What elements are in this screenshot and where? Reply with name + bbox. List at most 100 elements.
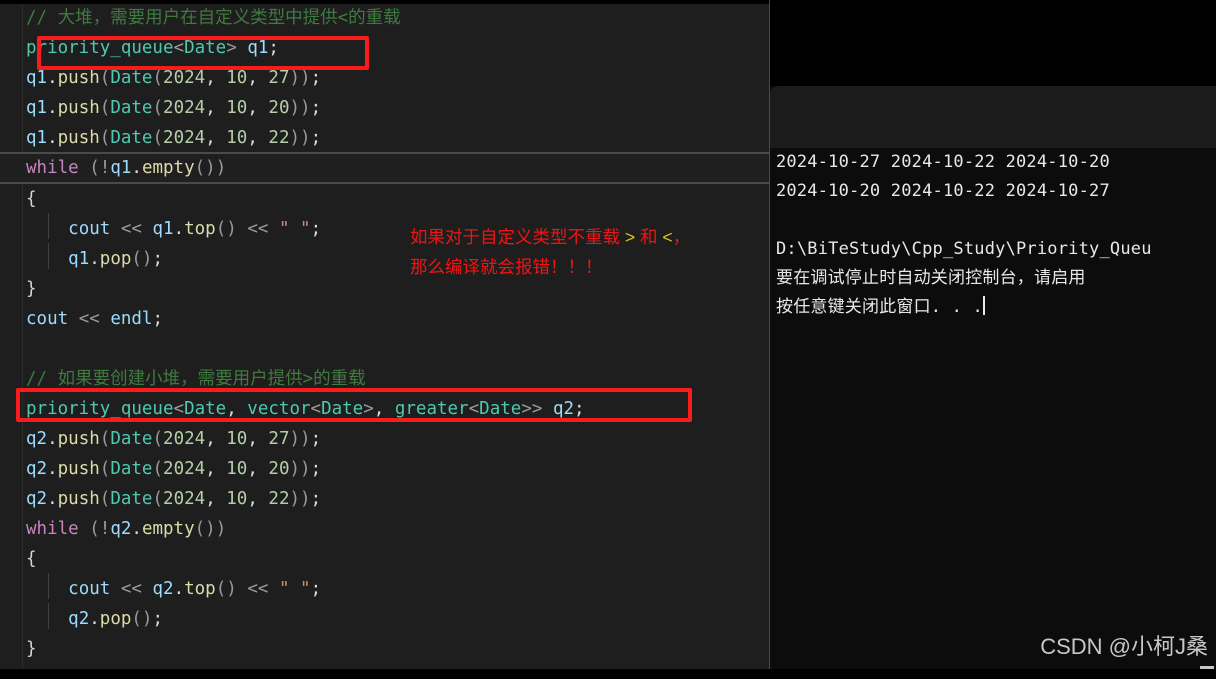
code-token: << bbox=[120, 219, 142, 239]
code-token: q2 bbox=[26, 429, 48, 449]
code-token: top bbox=[184, 219, 216, 239]
code-token: ; bbox=[310, 489, 322, 509]
code-line[interactable] bbox=[0, 334, 770, 364]
code-token: , bbox=[205, 489, 227, 509]
editor-top-strip bbox=[0, 0, 770, 4]
code-line[interactable]: q1.push(Date(2024, 10, 22)); bbox=[0, 123, 770, 153]
annotation-note-line1-b: 和 bbox=[635, 227, 663, 247]
code-token: . bbox=[131, 158, 142, 178]
code-line-text: // 如果要创建小堆，需要用户提供>的重载 bbox=[26, 369, 366, 389]
code-token: q2 bbox=[26, 459, 48, 479]
code-token: while bbox=[26, 519, 79, 539]
code-token: 27 bbox=[268, 68, 290, 88]
terminal-output-line: 按任意键关闭此窗口. . . bbox=[776, 296, 985, 317]
code-token: ( bbox=[152, 128, 164, 148]
code-line-text: while (!q1.empty()) bbox=[26, 154, 770, 182]
code-token: pop bbox=[99, 249, 132, 269]
code-line[interactable]: q2.pop(); bbox=[0, 604, 770, 634]
annotation-note-line1-a: 如果对于自定义类型不重载 bbox=[410, 227, 625, 247]
code-token: endl bbox=[110, 309, 153, 329]
code-token: q1 bbox=[110, 158, 132, 178]
code-token: 2024 bbox=[163, 489, 206, 509]
terminal-window[interactable]: c:\ Microsoft Visual Studio 调试挡 ✕ + ⌄ 20… bbox=[770, 0, 1216, 679]
code-editor[interactable]: // 大堆，需要用户在自定义类型中提供<的重载 priority_queue<Da… bbox=[0, 0, 770, 679]
code-line[interactable]: q1.push(Date(2024, 10, 27)); bbox=[0, 63, 770, 93]
code-token: () bbox=[131, 249, 153, 269]
code-token: . bbox=[173, 219, 185, 239]
code-token: 22 bbox=[268, 489, 290, 509]
code-token: )) bbox=[289, 489, 311, 509]
code-token: << bbox=[120, 579, 142, 599]
code-token: ; bbox=[310, 579, 322, 599]
code-line[interactable]: q1.push(Date(2024, 10, 20)); bbox=[0, 93, 770, 123]
code-token: greater bbox=[394, 399, 469, 419]
code-token: )) bbox=[289, 429, 311, 449]
code-token: ( bbox=[99, 128, 111, 148]
code-token: . bbox=[47, 128, 58, 148]
code-line-text: while (!q2.empty()) bbox=[26, 519, 226, 539]
code-token: , bbox=[373, 399, 395, 419]
code-line-text: cout << q1.top() << " "; bbox=[26, 219, 321, 239]
code-token: ( bbox=[99, 489, 111, 509]
code-line[interactable]: // 如果要创建小堆，需要用户提供>的重载 bbox=[0, 364, 770, 394]
code-line-text: priority_queue<Date, vector<Date>, great… bbox=[26, 399, 585, 419]
code-line[interactable]: priority_queue<Date, vector<Date>, great… bbox=[0, 394, 770, 424]
terminal-titlebar[interactable]: c:\ Microsoft Visual Studio 调试挡 ✕ + ⌄ bbox=[770, 86, 1216, 234]
code-line-text: q2.push(Date(2024, 10, 22)); bbox=[26, 489, 321, 509]
code-token: Date bbox=[110, 128, 153, 148]
terminal-output-line: 2024-10-20 2024-10-22 2024-10-27 bbox=[776, 181, 1110, 201]
code-line-text: priority_queue<Date> q1; bbox=[26, 38, 279, 58]
code-line[interactable]: { bbox=[0, 544, 770, 574]
code-line[interactable]: q2.push(Date(2024, 10, 20)); bbox=[0, 454, 770, 484]
code-token: 10 bbox=[226, 128, 248, 148]
code-token: 10 bbox=[226, 459, 248, 479]
code-token: , bbox=[247, 459, 269, 479]
terminal-output-line: D:\BiTeStudy\Cpp_Study\Priority_Queu bbox=[776, 239, 1152, 259]
code-token: << bbox=[247, 579, 269, 599]
code-line-text: cout << endl; bbox=[26, 309, 163, 329]
code-token: 27 bbox=[268, 429, 290, 449]
annotation-note-line1-c: ， bbox=[672, 227, 691, 247]
code-token: q2 bbox=[110, 519, 132, 539]
code-token: , bbox=[226, 399, 248, 419]
code-token: Date bbox=[110, 459, 153, 479]
code-line[interactable]: cout << q2.top() << " "; bbox=[0, 574, 770, 604]
code-token: empty bbox=[141, 519, 195, 539]
code-token: . bbox=[47, 459, 58, 479]
code-line[interactable]: while (!q2.empty()) bbox=[0, 514, 770, 544]
terminal-output[interactable]: 2024-10-27 2024-10-22 2024-10-20 2024-10-… bbox=[770, 148, 1216, 679]
code-token: q2 bbox=[152, 579, 174, 599]
code-line[interactable]: cout << endl; bbox=[0, 304, 770, 334]
indent-guide bbox=[48, 573, 49, 599]
code-token: )) bbox=[289, 98, 311, 118]
code-line[interactable]: { bbox=[0, 184, 770, 214]
code-token: , bbox=[247, 429, 269, 449]
code-token: , bbox=[205, 128, 227, 148]
code-line-text: // 大堆，需要用户在自定义类型中提供<的重载 bbox=[26, 8, 401, 28]
code-line[interactable]: q2.push(Date(2024, 10, 27)); bbox=[0, 424, 770, 454]
code-token: , bbox=[247, 489, 269, 509]
code-token: } bbox=[26, 279, 37, 299]
code-token: priority_queue bbox=[26, 399, 174, 419]
code-line[interactable]: } bbox=[0, 634, 770, 664]
code-line[interactable]: // 大堆，需要用户在自定义类型中提供<的重载 bbox=[0, 3, 770, 33]
code-token: q1 bbox=[68, 249, 90, 269]
code-line-text: { bbox=[26, 189, 37, 209]
code-line[interactable]: q2.push(Date(2024, 10, 22)); bbox=[0, 484, 770, 514]
annotation-note-line2: 那么编译就会报错！！！ bbox=[410, 257, 603, 277]
code-token: , bbox=[247, 68, 269, 88]
code-token: ; bbox=[574, 399, 585, 419]
code-line-text: q2.push(Date(2024, 10, 27)); bbox=[26, 429, 321, 449]
code-token: . bbox=[89, 609, 100, 629]
annotation-note-op-lt: < bbox=[662, 227, 673, 247]
code-line[interactable]: while (!q1.empty()) bbox=[0, 152, 770, 184]
code-line[interactable]: priority_queue<Date> q1; bbox=[0, 33, 770, 63]
code-token: q1 bbox=[26, 128, 48, 148]
code-lines-container: // 大堆，需要用户在自定义类型中提供<的重载 priority_queue<Da… bbox=[0, 3, 770, 679]
code-token: . bbox=[47, 429, 58, 449]
code-token: q2 bbox=[68, 609, 90, 629]
